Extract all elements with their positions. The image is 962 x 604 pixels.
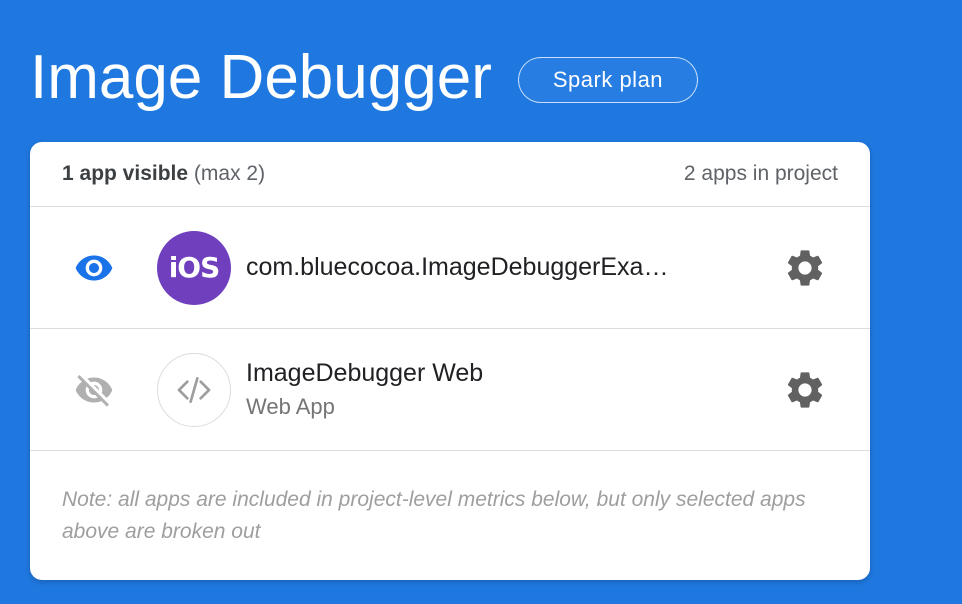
card-header: 1 app visible (max 2) 2 apps in project [30, 142, 870, 207]
visible-count: 1 app visible [62, 162, 189, 185]
ios-icon: iOS [157, 230, 231, 305]
app-platform-label: Web App [246, 394, 335, 419]
visibility-toggle[interactable] [70, 244, 118, 292]
eye-icon [75, 255, 113, 280]
code-brackets-icon [157, 352, 231, 427]
visible-max: (max 2) [193, 162, 266, 185]
ios-icon-label: iOS [168, 251, 221, 284]
app-name: ImageDebugger Web [246, 359, 484, 387]
page-header: Image Debugger Spark plan [30, 40, 699, 116]
gear-icon [787, 371, 823, 408]
code-icon [177, 376, 211, 403]
apps-in-project: 2 apps in project [683, 162, 838, 185]
app-settings-button[interactable] [781, 244, 829, 292]
metrics-note: Note: all apps are included in project-l… [62, 488, 806, 543]
app-settings-button[interactable] [781, 366, 829, 414]
page-title: Image Debugger [30, 43, 492, 112]
visibility-toggle[interactable] [70, 366, 118, 414]
app-row-web: ImageDebugger Web Web App [30, 329, 870, 451]
gear-icon [787, 249, 823, 286]
spark-plan-button[interactable]: Spark plan [517, 57, 699, 103]
app-name: com.bluecocoa.ImageDebuggerExa… [246, 253, 669, 281]
app-info: com.bluecocoa.ImageDebuggerExa… [246, 253, 736, 282]
app-row-ios: iOS com.bluecocoa.ImageDebuggerExa… [30, 207, 870, 329]
apps-card: 1 app visible (max 2) 2 apps in project … [30, 142, 870, 580]
visible-apps-summary: 1 app visible (max 2) [62, 162, 265, 186]
eye-off-icon [75, 374, 113, 407]
app-info: ImageDebugger Web Web App [246, 359, 736, 420]
